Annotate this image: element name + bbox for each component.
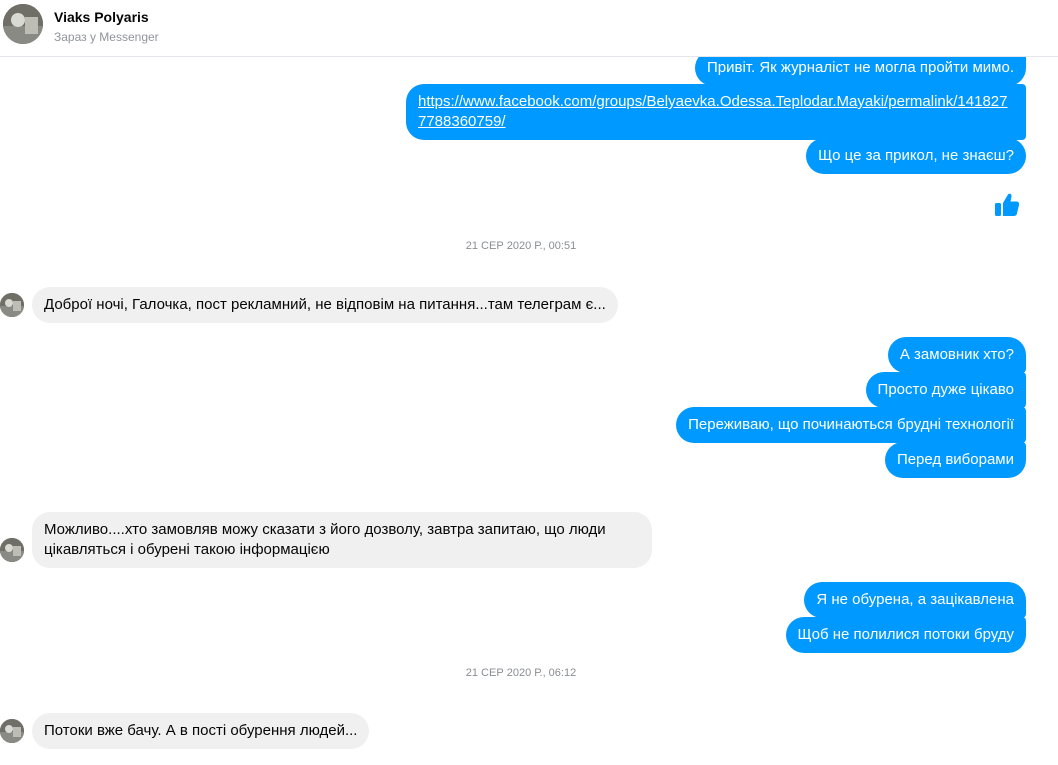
presence-status: Зараз у Messenger [54,30,159,44]
conversation-header: Viaks Polyaris Зараз у Messenger [0,0,1058,57]
message-outgoing: Переживаю, що починаються брудні техноло… [676,407,1026,443]
message-incoming: Можливо....хто замовляв можу сказати з й… [32,512,652,568]
message-outgoing: А замовник хто? [887,337,1026,373]
contact-avatar [0,293,24,317]
contact-name[interactable]: Viaks Polyaris [54,9,149,25]
message-link[interactable]: https://www.facebook.com/groups/Belyaevk… [406,84,1026,140]
thumbs-up-icon [993,191,1021,219]
message-incoming: Потоки вже бачу. А в пості обурення люде… [32,713,370,749]
contact-avatar [0,538,24,562]
message-outgoing: Перед виборами [884,442,1026,478]
message-outgoing: Що це за прикол, не знаєш? [806,138,1026,174]
message-incoming: Доброї ночі, Галочка, пост рекламний, не… [32,287,618,323]
message-thread: Привіт. Як журналіст не могла пройти мим… [0,0,1058,765]
timestamp: 21 СЕР 2020 Р., 06:12 [465,667,577,679]
message-outgoing: Я не обурена, а зацікавлена [804,582,1026,618]
message-outgoing: Щоб не полилися потоки бруду [785,617,1026,653]
message-outgoing: Просто дуже цікаво [865,372,1026,408]
contact-avatar [0,719,24,743]
contact-avatar[interactable] [3,4,43,44]
timestamp: 21 СЕР 2020 Р., 00:51 [465,240,577,252]
